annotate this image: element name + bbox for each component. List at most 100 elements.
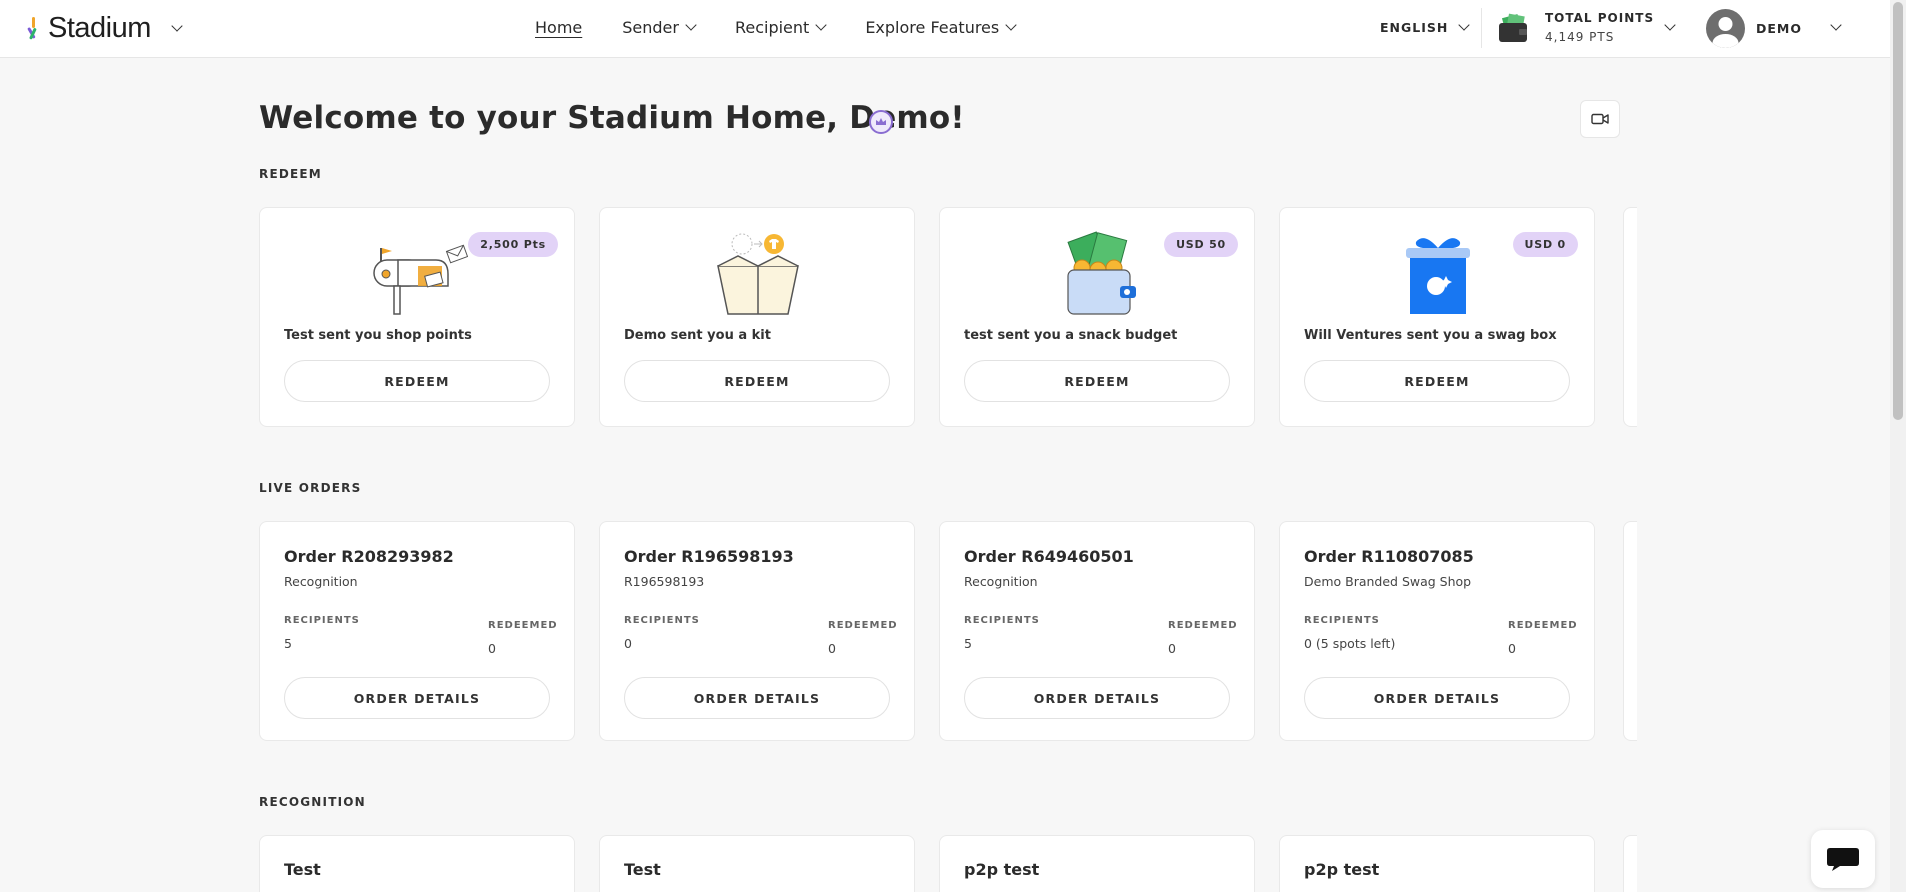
recognition-card[interactable]: p2p test	[1279, 835, 1595, 892]
recipients-value: 0	[624, 636, 632, 651]
nav-explore-features[interactable]: Explore Features	[865, 18, 1017, 37]
order-title: Order R208293982	[284, 547, 454, 566]
total-points-value: 4,149 PTS	[1545, 30, 1615, 44]
chevron-down-icon	[685, 18, 697, 31]
redeem-card[interactable]: USD 50 test sent you a snack budget REDE…	[939, 207, 1255, 427]
recipients-label: RECIPIENTS	[964, 615, 1040, 626]
order-card: Order R208293982 Recognition RECIPIENTS …	[259, 521, 575, 741]
nav-home[interactable]: Home	[535, 18, 582, 37]
recipients-value: 5	[964, 636, 972, 651]
redeem-button[interactable]: REDEEM	[284, 360, 550, 402]
mailbox-icon	[373, 244, 468, 315]
redeemed-label: REDEEMED	[1508, 620, 1578, 631]
scrollbar-thumb[interactable]	[1893, 2, 1903, 420]
redeem-button[interactable]: REDEEM	[1304, 360, 1570, 402]
recipients-value: 0 (5 spots left)	[1304, 636, 1396, 651]
recognition-title: Test	[624, 860, 661, 879]
total-points-label: TOTAL POINTS	[1545, 11, 1655, 25]
order-card-peek[interactable]	[1623, 521, 1637, 741]
nav-sender[interactable]: Sender	[622, 18, 697, 37]
redeem-button[interactable]: REDEEM	[624, 360, 890, 402]
recognition-card[interactable]: Test	[599, 835, 915, 892]
recognition-card-peek[interactable]	[1623, 835, 1637, 892]
redeemed-value: 0	[828, 641, 836, 656]
video-button[interactable]	[1580, 100, 1620, 138]
page-title: Welcome to your Stadium Home, Demo!	[259, 100, 965, 136]
section-title-live-orders: LIVE ORDERS	[259, 481, 362, 495]
section-title-redeem: REDEEM	[259, 167, 322, 181]
order-card: Order R110807085 Demo Branded Swag Shop …	[1279, 521, 1595, 741]
redeemed-label: REDEEMED	[488, 620, 558, 631]
chevron-down-icon[interactable]	[1664, 19, 1676, 31]
nav-explore-label: Explore Features	[865, 18, 1000, 37]
wallet-money-icon	[1067, 231, 1136, 315]
header-divider	[1481, 8, 1482, 48]
redeemed-value: 0	[488, 641, 496, 656]
nav-home-label: Home	[535, 18, 583, 37]
chevron-down-icon	[815, 18, 827, 31]
section-title-recognition: RECOGNITION	[259, 795, 366, 809]
redeem-card[interactable]: USD 0 Will Ventures sent you a swag box …	[1279, 207, 1595, 427]
order-subtitle: R196598193	[624, 574, 705, 589]
order-details-button[interactable]: ORDER DETAILS	[1304, 677, 1570, 719]
order-title: Order R110807085	[1304, 547, 1474, 566]
page-scrollbar[interactable]	[1890, 0, 1906, 892]
box-icon	[717, 233, 799, 315]
order-details-button[interactable]: ORDER DETAILS	[624, 677, 890, 719]
order-title: Order R196598193	[624, 547, 794, 566]
redeem-card-text: Test sent you shop points	[284, 328, 472, 343]
chevron-down-icon	[1458, 18, 1471, 31]
order-details-button[interactable]: ORDER DETAILS	[284, 677, 550, 719]
redeemed-value: 0	[1508, 641, 1516, 656]
language-selector[interactable]: ENGLISH	[1380, 18, 1471, 35]
top-header: Stadium Home Sender Recipient Explore Fe…	[0, 0, 1890, 58]
order-card: Order R649460501 Recognition RECIPIENTS …	[939, 521, 1255, 741]
stadium-logo[interactable]: Stadium	[26, 12, 183, 45]
order-subtitle: Recognition	[284, 574, 358, 589]
user-name[interactable]: DEMO	[1756, 21, 1802, 36]
redeemed-label: REDEEMED	[828, 620, 898, 631]
video-camera-icon	[1591, 113, 1609, 125]
user-avatar-icon	[1712, 17, 1739, 48]
stadium-logo-icon	[27, 16, 37, 39]
recognition-card[interactable]: p2p test	[939, 835, 1255, 892]
redeem-card-text: test sent you a snack budget	[964, 328, 1178, 343]
recognition-title: Test	[284, 860, 321, 879]
nav-recipient-label: Recipient	[734, 18, 810, 37]
order-card: Order R196598193 R196598193 RECIPIENTS 0…	[599, 521, 915, 741]
avatar[interactable]	[1706, 9, 1745, 48]
usd-badge: USD 50	[1164, 232, 1238, 257]
redeemed-value: 0	[1168, 641, 1176, 656]
chevron-down-icon	[1005, 18, 1017, 31]
main-nav: Home Sender Recipient Explore Features	[535, 18, 1055, 37]
redeem-card[interactable]: 2,500 Pts Test sent you shop points REDE…	[259, 207, 575, 427]
gift-box-icon	[1406, 238, 1470, 314]
recipients-label: RECIPIENTS	[1304, 615, 1380, 626]
nav-recipient[interactable]: Recipient	[734, 18, 827, 37]
chevron-down-icon[interactable]	[1830, 19, 1842, 31]
logo-text: Stadium	[48, 12, 151, 44]
chevron-down-icon[interactable]	[171, 19, 183, 32]
recognition-title: p2p test	[1304, 860, 1380, 879]
language-label: ENGLISH	[1380, 20, 1449, 35]
recognition-card[interactable]: Test	[259, 835, 575, 892]
order-subtitle: Recognition	[964, 574, 1038, 589]
redeemed-label: REDEEMED	[1168, 620, 1238, 631]
order-subtitle: Demo Branded Swag Shop	[1304, 574, 1472, 589]
total-points[interactable]: TOTAL POINTS 4,149 PTS	[1545, 9, 1654, 47]
recipients-label: RECIPIENTS	[284, 615, 360, 626]
chat-bubble-icon	[1827, 848, 1859, 871]
order-details-button[interactable]: ORDER DETAILS	[964, 677, 1230, 719]
wallet-icon	[1499, 13, 1527, 42]
redeem-card[interactable]: Demo sent you a kit REDEEM	[599, 207, 915, 427]
crown-badge-icon	[869, 110, 893, 134]
recipients-value: 5	[284, 636, 292, 651]
redeem-button[interactable]: REDEEM	[964, 360, 1230, 402]
points-badge: 2,500 Pts	[468, 232, 558, 257]
chat-button[interactable]	[1811, 830, 1875, 888]
redeem-card-peek[interactable]	[1623, 207, 1637, 427]
redeem-card-text: Will Ventures sent you a swag box	[1304, 328, 1557, 343]
usd-badge: USD 0	[1512, 232, 1578, 257]
nav-sender-label: Sender	[622, 18, 679, 37]
order-title: Order R649460501	[964, 547, 1134, 566]
